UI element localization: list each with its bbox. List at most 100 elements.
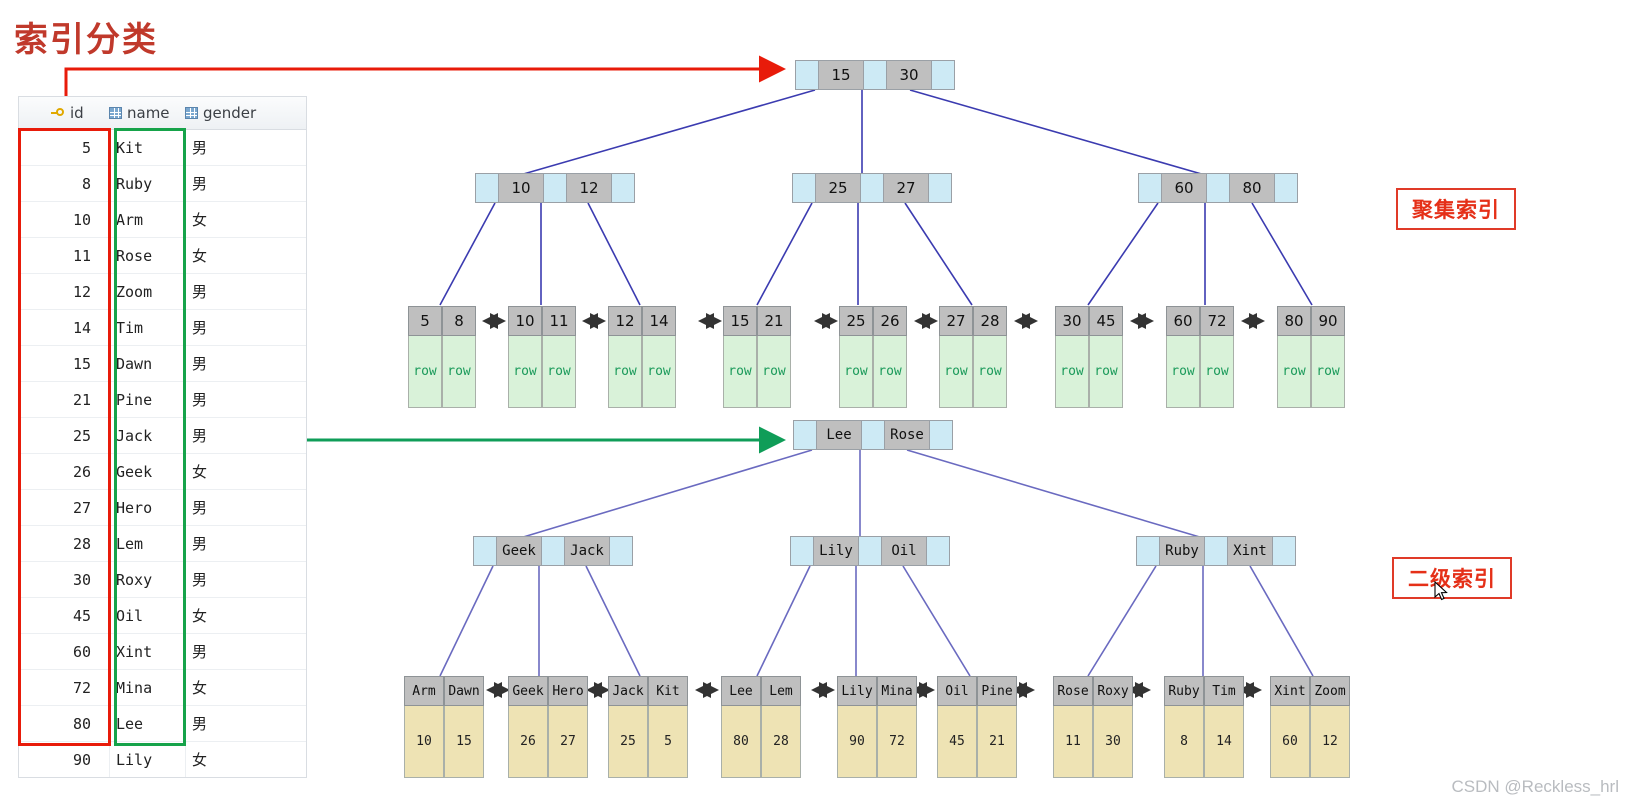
cell-id: 21 (72, 390, 91, 409)
leaf-cell: Lily 90 (837, 676, 877, 778)
cell-gender: 女 (185, 454, 305, 489)
table-row[interactable]: 27 Hero 男 (19, 490, 306, 526)
cell-id: 30 (72, 570, 91, 589)
table-row[interactable]: 5 Kit 男 (19, 130, 306, 166)
node-pointer-cell (932, 61, 954, 89)
table-row[interactable]: 11 Rose 女 (19, 238, 306, 274)
watermark: CSDN @Reckless_hrl (1451, 777, 1619, 796)
table-row[interactable]: 14 Tim 男 (19, 310, 306, 346)
node-pointer-cell (794, 421, 817, 449)
leaf-key: Dawn (444, 676, 484, 706)
table-row[interactable]: 45 Oil 女 (19, 598, 306, 634)
leaf-cell: 8 row (442, 306, 476, 408)
leaf-key: Arm (404, 676, 444, 706)
leaf-key: 11 (542, 306, 576, 336)
table-row[interactable]: 12 Zoom 男 (19, 274, 306, 310)
clustered-leaf-node: 60 row 72 row (1166, 306, 1234, 408)
leaf-key: 26 (873, 306, 907, 336)
leaf-value: row (1277, 336, 1311, 408)
cell-name: Hero (109, 490, 185, 525)
leaf-cell: 21 row (757, 306, 791, 408)
leaf-value: row (973, 336, 1007, 408)
secondary-root-node: Lee Rose (793, 420, 953, 450)
clustered-leaf-node: 15 row 21 row (723, 306, 791, 408)
leaf-cell: Lee 80 (721, 676, 761, 778)
leaf-cell: 60 row (1166, 306, 1200, 408)
node-key-cell: 15 (819, 61, 864, 89)
leaf-value: row (508, 336, 542, 408)
leaf-value: 12 (1310, 706, 1350, 778)
leaf-value: 28 (761, 706, 801, 778)
table-row[interactable]: 8 Ruby 男 (19, 166, 306, 202)
page-title: 索引分类 (14, 20, 158, 60)
table-header-row: id name gender (19, 97, 306, 130)
leaf-value: 60 (1270, 706, 1310, 778)
leaf-value: 27 (548, 706, 588, 778)
table-row[interactable]: 80 Lee 男 (19, 706, 306, 742)
primary-key-icon (51, 107, 65, 119)
table-row[interactable]: 25 Jack 男 (19, 418, 306, 454)
leaf-key: Hero (548, 676, 588, 706)
leaf-key: 28 (973, 306, 1007, 336)
table-row[interactable]: 10 Arm 女 (19, 202, 306, 238)
table-header-id[interactable]: id (19, 104, 109, 122)
table-row[interactable]: 15 Dawn 男 (19, 346, 306, 382)
cell-id: 27 (72, 498, 91, 517)
table-header-name-label: name (127, 104, 170, 122)
leaf-value: row (408, 336, 442, 408)
table-row[interactable]: 28 Lem 男 (19, 526, 306, 562)
leaf-value: 10 (404, 706, 444, 778)
table-row[interactable]: 26 Geek 女 (19, 454, 306, 490)
cell-gender: 男 (185, 706, 305, 741)
leaf-key: 21 (757, 306, 791, 336)
leaf-key: Lem (761, 676, 801, 706)
leaf-cell: 27 row (939, 306, 973, 408)
leaf-key: 10 (508, 306, 542, 336)
leaf-key: Oil (937, 676, 977, 706)
table-row[interactable]: 90 Lily 女 (19, 742, 306, 777)
table-header-gender[interactable]: gender (185, 104, 295, 122)
cell-name: Pine (109, 382, 185, 417)
leaf-cell: Xint 60 (1270, 676, 1310, 778)
clustered-internal-node: 25 27 (792, 173, 952, 203)
table-header-name[interactable]: name (109, 104, 185, 122)
clustered-leaf-node: 25 row 26 row (839, 306, 907, 408)
clustered-internal-node: 60 80 (1138, 173, 1298, 203)
leaf-value: 14 (1204, 706, 1244, 778)
cell-id: 10 (72, 210, 91, 229)
leaf-key: Rose (1053, 676, 1093, 706)
secondary-leaf-node: Ruby 8 Tim 14 (1164, 676, 1244, 778)
leaf-cell: Roxy 30 (1093, 676, 1133, 778)
leaf-cell: Mina 72 (877, 676, 917, 778)
leaf-cell: Oil 45 (937, 676, 977, 778)
table-row[interactable]: 60 Xint 男 (19, 634, 306, 670)
table-header-id-label: id (70, 104, 84, 122)
cell-gender: 男 (185, 490, 305, 525)
cell-id: 25 (72, 426, 91, 445)
leaf-value: 11 (1053, 706, 1093, 778)
table-row[interactable]: 21 Pine 男 (19, 382, 306, 418)
leaf-value: 5 (648, 706, 688, 778)
cell-name: Arm (109, 202, 185, 237)
cell-id: 5 (81, 138, 91, 157)
clustered-index-label: 聚集索引 (1396, 188, 1516, 230)
leaf-value: row (1200, 336, 1234, 408)
node-pointer-cell (927, 537, 949, 565)
clustered-leaf-node: 30 row 45 row (1055, 306, 1123, 408)
cell-name: Tim (109, 310, 185, 345)
leaf-key: Pine (977, 676, 1017, 706)
leaf-key: Kit (648, 676, 688, 706)
node-pointer-cell (930, 421, 952, 449)
node-pointer-cell (791, 537, 814, 565)
leaf-cell: 15 row (723, 306, 757, 408)
leaf-value: 45 (937, 706, 977, 778)
secondary-leaf-node: Lily 90 Mina 72 (837, 676, 917, 778)
leaf-value: row (757, 336, 791, 408)
leaf-cell: Tim 14 (1204, 676, 1244, 778)
table-row[interactable]: 30 Roxy 男 (19, 562, 306, 598)
cell-id: 60 (72, 642, 91, 661)
leaf-value: 80 (721, 706, 761, 778)
table-row[interactable]: 72 Mina 女 (19, 670, 306, 706)
clustered-leaf-node: 5 row 8 row (408, 306, 476, 408)
leaf-value: 8 (1164, 706, 1204, 778)
